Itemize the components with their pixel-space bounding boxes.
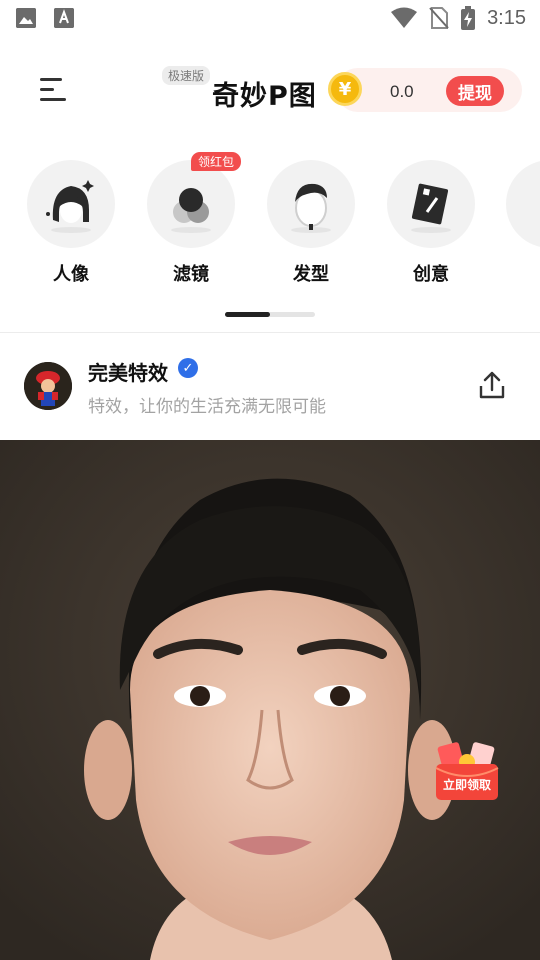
balance-value: 0.0 bbox=[390, 82, 414, 101]
font-icon bbox=[54, 8, 74, 28]
status-time: 3:15 bbox=[487, 6, 526, 29]
category-portrait[interactable]: 人像 bbox=[26, 160, 116, 286]
red-packet-tag: 领红包 bbox=[190, 152, 241, 171]
image-icon bbox=[16, 8, 36, 28]
status-bar: 3:15 bbox=[0, 0, 540, 36]
divider bbox=[0, 332, 540, 333]
post-title: 完美特效 bbox=[88, 361, 168, 385]
category-row: 人像 领红包 滤镜 发型 创意 bbox=[0, 150, 540, 290]
category-label: 人像 bbox=[53, 264, 89, 285]
category-label: 发型 bbox=[293, 264, 329, 285]
app-title: 奇妙P图 bbox=[212, 81, 317, 112]
no-sim-icon bbox=[429, 7, 449, 29]
coin-icon: ¥ bbox=[328, 72, 362, 106]
wifi-icon bbox=[391, 7, 418, 28]
top-header: 极速版 奇妙P图 ¥ 0.0 提现 bbox=[0, 56, 540, 126]
speed-edition-badge: 极速版 bbox=[162, 66, 211, 85]
filter-icon: 领红包 bbox=[147, 152, 241, 248]
category-creative[interactable]: 创意 bbox=[386, 160, 476, 286]
creative-icon bbox=[387, 160, 475, 248]
verified-icon: ✓ bbox=[178, 358, 198, 378]
category-label: 创意 bbox=[413, 264, 449, 285]
post-subtitle: 特效，让你的生活充满无限可能 bbox=[88, 397, 326, 417]
share-icon[interactable] bbox=[478, 370, 506, 400]
red-packet-float-button[interactable]: 立即领取 bbox=[434, 740, 500, 802]
hairstyle-icon bbox=[267, 160, 355, 248]
red-packet-label: 立即领取 bbox=[442, 778, 491, 792]
category-label: 滤镜 bbox=[173, 264, 209, 285]
scroll-indicator-thumb bbox=[225, 312, 270, 317]
category-hairstyle[interactable]: 发型 bbox=[266, 160, 356, 286]
avatar[interactable] bbox=[24, 362, 72, 410]
withdraw-button[interactable]: 提现 bbox=[446, 76, 504, 106]
menu-icon[interactable] bbox=[40, 76, 66, 104]
portrait-icon bbox=[27, 160, 115, 248]
effect-photo[interactable] bbox=[0, 440, 540, 960]
category-filter[interactable]: 领红包 滤镜 bbox=[146, 152, 241, 286]
post-header: 完美特效 ✓ 特效，让你的生活充满无限可能 bbox=[0, 340, 540, 440]
category-more-partial[interactable] bbox=[506, 160, 540, 248]
battery-charging-icon bbox=[461, 6, 476, 30]
